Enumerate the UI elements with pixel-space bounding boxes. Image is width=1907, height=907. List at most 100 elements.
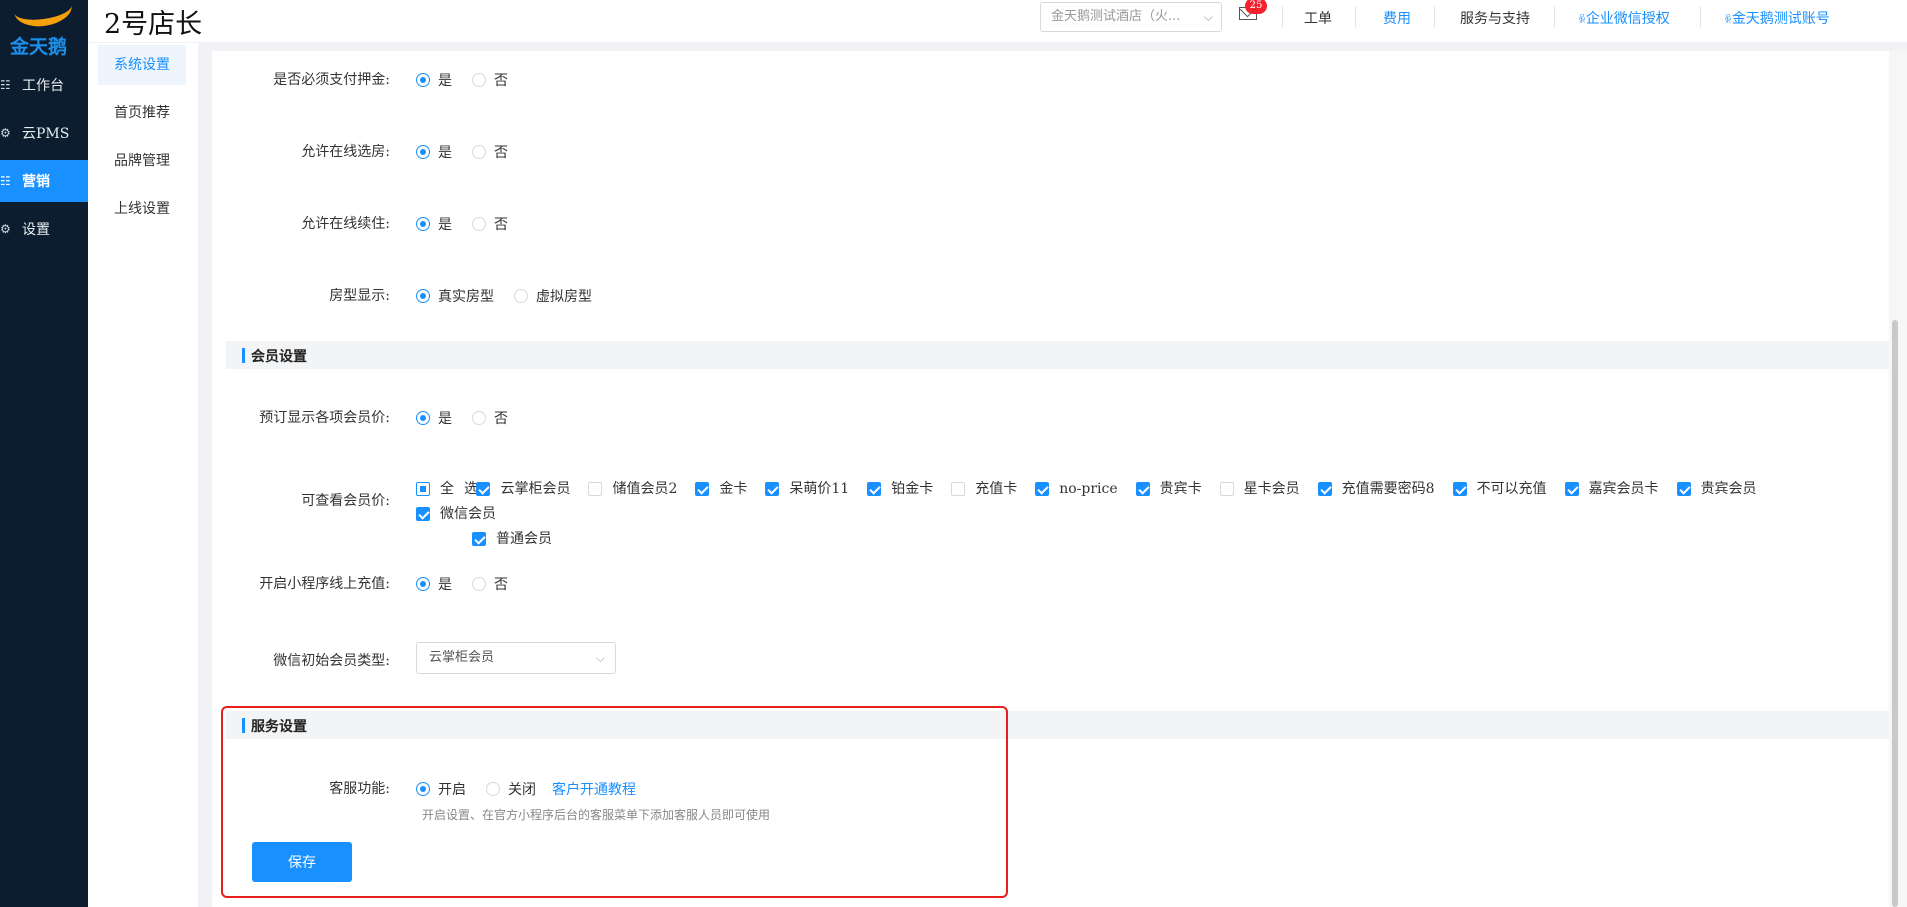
wechat-initial-member-select[interactable]: 云掌柜会员 ⌵ xyxy=(416,642,616,674)
checkbox-item[interactable]: 铂金卡 xyxy=(867,478,933,500)
work-order-link[interactable]: 工单 xyxy=(1304,8,1332,28)
scrollbar-thumb[interactable] xyxy=(1892,320,1898,907)
checkbox-item[interactable]: 贵宾卡 xyxy=(1135,478,1202,500)
account-link[interactable]: ꆜ金天鹅测试账号 xyxy=(1724,8,1830,28)
checkbox-item[interactable]: 星卡会员 xyxy=(1219,478,1300,500)
radio-button[interactable] xyxy=(416,577,430,591)
option-label: 否 xyxy=(494,411,508,427)
section-marker xyxy=(242,348,245,363)
checkbox-label: 贵宾卡 xyxy=(1159,481,1202,497)
checkbox[interactable] xyxy=(1219,482,1234,496)
mini-program-recharge-radio-group: 是 否 xyxy=(416,574,528,594)
submenu-item-home-recommend[interactable]: 首页推荐 xyxy=(98,93,186,133)
sidebar-item-cloud-pms[interactable]: ⚙ 云PMS xyxy=(0,112,88,154)
sidebar-item-label: 营销 xyxy=(22,174,50,190)
checkbox[interactable] xyxy=(1452,482,1467,496)
fees-link[interactable]: 费用 xyxy=(1383,8,1411,28)
radio-option-yes[interactable]: 是 xyxy=(416,574,452,594)
checkbox[interactable] xyxy=(416,482,430,496)
radio-option-yes[interactable]: 是 xyxy=(416,70,452,90)
submenu-item-launch-settings[interactable]: 上线设置 xyxy=(98,189,186,229)
radio-button[interactable] xyxy=(472,577,486,591)
radio-option-real-room[interactable]: 真实房型 xyxy=(416,286,494,306)
deposit-radio-group: 是 否 xyxy=(416,70,528,90)
option-label: 否 xyxy=(494,217,508,233)
checkbox-label-select-all: 全选 xyxy=(440,481,488,497)
checkbox-item[interactable]: 储值会员2 xyxy=(588,478,677,500)
radio-button[interactable] xyxy=(416,411,430,425)
checkbox-label: 不可以充值 xyxy=(1476,481,1547,497)
checkbox-item[interactable]: 不可以充值 xyxy=(1452,478,1547,500)
radio-button[interactable] xyxy=(416,289,430,303)
checkbox-select-all[interactable]: 全选 xyxy=(416,478,488,500)
radio-button[interactable] xyxy=(416,217,430,231)
submenu-item-brand-management[interactable]: 品牌管理 xyxy=(98,141,186,181)
sidebar-item-settings[interactable]: ⚙ 设置 xyxy=(0,208,88,250)
checkbox[interactable] xyxy=(1676,482,1691,496)
radio-option-no[interactable]: 否 xyxy=(472,574,508,594)
radio-option-yes[interactable]: 是 xyxy=(416,142,452,162)
radio-button[interactable] xyxy=(514,289,528,303)
radio-option-yes[interactable]: 是 xyxy=(416,408,452,428)
online-extend-label: 允许在线续住: xyxy=(301,216,390,232)
radio-button[interactable] xyxy=(472,217,486,231)
radio-option-yes[interactable]: 是 xyxy=(416,214,452,234)
checkbox[interactable] xyxy=(765,482,780,496)
checkbox-item[interactable]: 贵宾会员 xyxy=(1676,478,1757,500)
checkbox[interactable] xyxy=(1135,482,1150,496)
checkbox[interactable] xyxy=(867,482,882,496)
radio-button[interactable] xyxy=(416,73,430,87)
option-label: 是 xyxy=(438,217,452,233)
list-icon: ☷ xyxy=(0,78,11,92)
wechat-auth-label: 企业微信授权 xyxy=(1585,11,1670,27)
service-support-link[interactable]: 服务与支持 xyxy=(1460,8,1530,28)
checkbox[interactable] xyxy=(1317,482,1332,496)
checkbox[interactable] xyxy=(472,532,486,546)
checkbox-item[interactable]: 金卡 xyxy=(695,478,747,500)
divider xyxy=(1554,6,1555,28)
checkbox[interactable] xyxy=(695,482,710,496)
checkbox-item[interactable]: 充值需要密码8 xyxy=(1317,478,1435,500)
radio-option-no[interactable]: 否 xyxy=(472,70,508,90)
checkbox-label: 贵宾会员 xyxy=(1700,481,1757,497)
sidebar-item-workbench[interactable]: ☷ 工作台 xyxy=(0,64,88,106)
checkbox[interactable] xyxy=(1564,482,1579,496)
radio-option-no[interactable]: 否 xyxy=(472,214,508,234)
radio-option-virtual-room[interactable]: 虚拟房型 xyxy=(514,286,592,306)
checkbox[interactable] xyxy=(416,507,430,521)
checkbox-item[interactable]: 嘉宾会员卡 xyxy=(1564,478,1659,500)
radio-option-no[interactable]: 否 xyxy=(472,408,508,428)
divider xyxy=(1282,6,1283,28)
checkbox-label: 充值需要密码8 xyxy=(1341,481,1435,497)
radio-option-no[interactable]: 否 xyxy=(472,142,508,162)
checkbox-item[interactable]: 充值卡 xyxy=(951,478,1017,500)
option-label: 是 xyxy=(438,577,452,593)
option-label: 否 xyxy=(494,73,508,89)
sidebar-item-marketing[interactable]: ☷ 营销 xyxy=(0,160,88,202)
checkbox-item[interactable]: no-price xyxy=(1035,478,1118,500)
checkbox-item[interactable]: 普通会员 xyxy=(472,528,552,550)
checkbox-item[interactable]: 呆萌价11 xyxy=(765,478,849,500)
list-icon: ☷ xyxy=(0,174,11,188)
checkbox-item[interactable]: 微信会员 xyxy=(416,503,496,525)
checkbox[interactable] xyxy=(1035,482,1050,496)
checkbox[interactable] xyxy=(588,482,603,496)
radio-button[interactable] xyxy=(472,73,486,87)
radio-button[interactable] xyxy=(416,145,430,159)
viewable-member-prices-label: 可查看会员价: xyxy=(301,493,390,509)
checkbox[interactable] xyxy=(951,482,966,496)
submenu-item-system-settings[interactable]: 系统设置 xyxy=(98,45,186,85)
secondary-menu: 系统设置 首页推荐 品牌管理 上线设置 xyxy=(88,43,198,907)
radio-button[interactable] xyxy=(472,145,486,159)
checkbox-item[interactable]: 云掌柜会员 xyxy=(476,478,570,500)
show-member-prices-label: 预订显示各项会员价: xyxy=(259,410,390,426)
brand-logo: 金天鹅 xyxy=(0,0,88,58)
hotel-select[interactable]: 金天鹅测试酒店（火... ⌵ xyxy=(1040,2,1222,32)
wechat-auth-link[interactable]: ꆜ企业微信授权 xyxy=(1578,8,1670,28)
checkbox-label: no-price xyxy=(1059,481,1118,497)
radio-button[interactable] xyxy=(472,411,486,425)
checkbox-label: 呆萌价11 xyxy=(789,481,850,497)
user-icon: ꆜ xyxy=(1724,15,1732,26)
checkbox-label: 铂金卡 xyxy=(891,481,934,497)
checkbox[interactable] xyxy=(476,482,491,496)
